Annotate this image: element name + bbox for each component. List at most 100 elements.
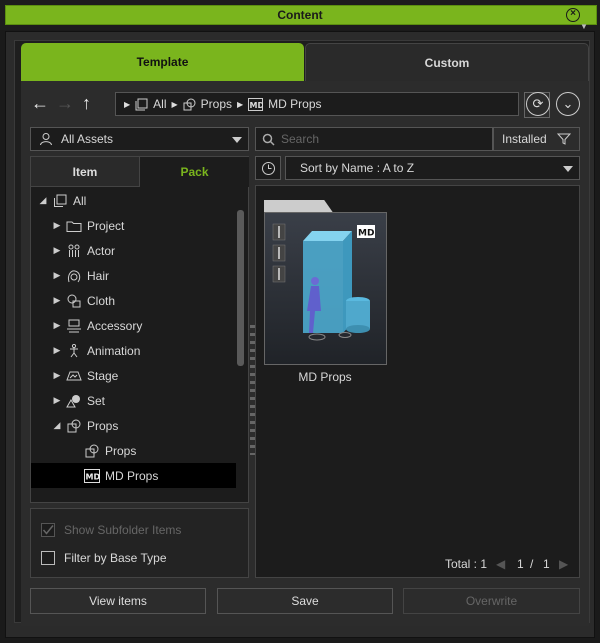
- close-icon[interactable]: ×: [566, 8, 580, 22]
- show-subfolder-checkbox[interactable]: [41, 523, 55, 537]
- grid-card-md-props[interactable]: MD: [264, 200, 387, 366]
- sort-dropdown[interactable]: Sort by Name : A to Z: [285, 156, 580, 180]
- collapsed-triangle-icon[interactable]: ▶: [51, 320, 63, 331]
- tree-item-md-props[interactable]: MD MD Props: [31, 463, 236, 488]
- tree-label: Stage: [87, 368, 119, 383]
- tree-label: Animation: [87, 343, 141, 358]
- chevron-down-icon[interactable]: ▼: [580, 22, 588, 31]
- tree-item-actor[interactable]: ▶ Actor: [31, 238, 236, 263]
- filter-base-type-label: Filter by Base Type: [64, 551, 167, 565]
- total-pages: 1: [543, 557, 550, 571]
- tree-label: Props: [87, 418, 119, 433]
- tree-item-animation[interactable]: ▶ Animation: [31, 338, 236, 363]
- breadcrumb-md-props[interactable]: MD Props: [268, 97, 321, 111]
- clock-icon: [261, 161, 275, 175]
- tree-label: MD Props: [105, 468, 159, 483]
- overwrite-button[interactable]: Overwrite: [403, 588, 580, 614]
- filter-icon: [556, 133, 571, 145]
- show-subfolder-label: Show Subfolder Items: [64, 523, 182, 537]
- page-separator: /: [530, 557, 534, 571]
- hair-icon: [68, 269, 81, 282]
- tab-custom[interactable]: Custom: [305, 43, 589, 81]
- tree-label: Props: [105, 443, 137, 458]
- tree-label: Cloth: [87, 293, 116, 308]
- tree-scrollbar[interactable]: [237, 210, 244, 366]
- view-items-button[interactable]: View items: [30, 588, 206, 614]
- collapsed-triangle-icon[interactable]: ▶: [51, 220, 63, 231]
- tree-label: Actor: [87, 243, 116, 258]
- tree-item-set[interactable]: ▶ Set: [31, 388, 236, 413]
- all-icon: [135, 98, 148, 110]
- tree-item-hair[interactable]: ▶ Hair: [31, 263, 236, 288]
- tree-item-cloth[interactable]: ▶ Cloth: [31, 288, 236, 313]
- tab-template[interactable]: Template: [21, 43, 304, 81]
- total-count: Total : 1: [445, 557, 488, 571]
- md-icon: MD: [84, 468, 101, 483]
- back-arrow-icon[interactable]: ←: [31, 93, 49, 114]
- forward-arrow-icon[interactable]: →: [56, 93, 74, 114]
- up-arrow-icon[interactable]: ↑: [82, 93, 91, 114]
- tree-label: Set: [87, 393, 106, 408]
- refresh-icon[interactable]: ⟳: [526, 92, 550, 116]
- caret-down-icon: [563, 166, 573, 172]
- breadcrumb: ▶ All ▶ Props ▶ MD MD Props: [115, 92, 519, 116]
- assets-dropdown-label: All Assets: [61, 132, 114, 146]
- grid-card-label: MD Props: [298, 370, 352, 384]
- props-icon: [67, 419, 81, 432]
- expanded-triangle-icon[interactable]: ◢: [51, 420, 63, 431]
- set-icon: [66, 394, 80, 407]
- breadcrumb-chevron-icon[interactable]: ▶: [124, 100, 130, 109]
- expanded-triangle-icon[interactable]: ◢: [37, 195, 49, 206]
- tree-item-props[interactable]: ◢ Props: [31, 413, 236, 438]
- subtab-pack[interactable]: Pack: [140, 157, 249, 187]
- user-icon: [40, 133, 52, 146]
- breadcrumb-all[interactable]: All: [153, 97, 166, 111]
- tree-item-all[interactable]: ◢ All: [31, 188, 236, 213]
- tree-label: Accessory: [87, 318, 143, 333]
- svg-text:MD: MD: [250, 101, 264, 110]
- collapsed-triangle-icon[interactable]: ▶: [51, 270, 63, 281]
- breadcrumb-chevron-icon[interactable]: ▶: [172, 100, 178, 109]
- search-placeholder: Search: [281, 132, 320, 146]
- expand-icon[interactable]: ⌄: [556, 92, 580, 116]
- animation-icon: [70, 343, 78, 357]
- history-button[interactable]: [255, 156, 281, 180]
- breadcrumb-chevron-icon[interactable]: ▶: [237, 100, 243, 109]
- check-icon: [42, 525, 54, 535]
- collapsed-triangle-icon[interactable]: ▶: [51, 395, 63, 406]
- breadcrumb-props[interactable]: Props: [201, 97, 232, 111]
- all-icon: [54, 194, 67, 207]
- next-page-icon[interactable]: ▶: [559, 557, 568, 571]
- md-badge: MD: [358, 229, 374, 239]
- title-bar: Content × ▼: [0, 0, 600, 31]
- accessory-icon: [67, 319, 81, 332]
- thumbnail-image: MD: [265, 213, 386, 364]
- tree-item-accessory[interactable]: ▶ Accessory: [31, 313, 236, 338]
- svg-text:MD: MD: [86, 472, 101, 481]
- search-icon: [262, 133, 275, 146]
- tree-item-props-sub[interactable]: Props: [31, 438, 236, 463]
- md-icon: MD: [248, 97, 264, 111]
- prev-page-icon[interactable]: ◀: [496, 557, 505, 571]
- collapsed-triangle-icon[interactable]: ▶: [51, 345, 63, 356]
- assets-dropdown[interactable]: All Assets: [30, 127, 249, 151]
- filter-base-type-checkbox[interactable]: [41, 551, 55, 565]
- tree-label: All: [73, 193, 87, 208]
- options-panel: Show Subfolder Items Filter by Base Type: [30, 508, 249, 578]
- tree-label: Hair: [87, 268, 110, 283]
- search-input[interactable]: Search: [255, 127, 493, 151]
- folder-icon: [66, 221, 82, 232]
- save-button[interactable]: Save: [217, 588, 393, 614]
- collapsed-triangle-icon[interactable]: ▶: [51, 295, 63, 306]
- tree-label: Project: [87, 218, 125, 233]
- installed-filter-button[interactable]: Installed: [493, 127, 580, 151]
- tree-item-stage[interactable]: ▶ Stage: [31, 363, 236, 388]
- collapsed-triangle-icon[interactable]: ▶: [51, 245, 63, 256]
- props-icon: [85, 444, 99, 457]
- props-icon: [183, 98, 196, 110]
- collapsed-triangle-icon[interactable]: ▶: [51, 370, 63, 381]
- stage-icon: [66, 371, 82, 380]
- tree-item-project[interactable]: ▶ Project: [31, 213, 236, 238]
- sort-label: Sort by Name : A to Z: [300, 161, 415, 175]
- subtab-item[interactable]: Item: [31, 157, 140, 187]
